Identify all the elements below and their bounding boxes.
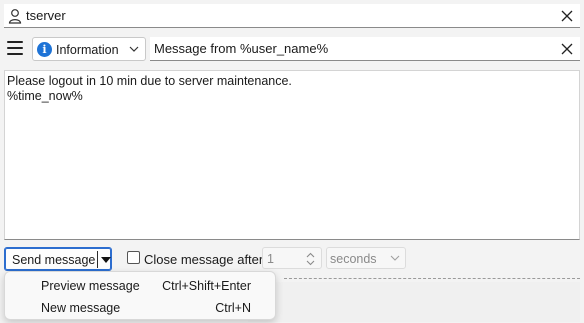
send-controls-row: Send message Close message after 1 secon…	[0, 247, 584, 271]
close-after-value: 1	[267, 252, 274, 266]
send-options-menu: Preview message Ctrl+Shift+Enter New mes…	[4, 271, 276, 320]
subject-field[interactable]: Message from %user_name%	[150, 37, 580, 61]
message-type-value: Information	[56, 43, 119, 57]
close-icon[interactable]	[560, 9, 574, 23]
message-body-line: %time_now%	[7, 89, 83, 103]
caret-down-icon[interactable]	[101, 257, 111, 263]
message-type-select[interactable]: i Information	[32, 37, 146, 61]
menu-item-label: Preview message	[41, 279, 140, 293]
hamburger-menu-icon[interactable]	[7, 41, 23, 55]
message-options-row: i Information Message from %user_name%	[0, 37, 584, 61]
close-after-number-input[interactable]: 1	[262, 247, 322, 269]
info-icon: i	[37, 42, 52, 57]
recipient-field[interactable]: tserver	[4, 4, 580, 28]
menu-item-preview-message[interactable]: Preview message Ctrl+Shift+Enter	[5, 275, 275, 297]
message-body-textarea[interactable]: Please logout in 10 min due to server ma…	[4, 70, 580, 240]
close-after-unit-value: seconds	[330, 252, 377, 266]
background-panel	[248, 282, 580, 322]
subject-value: Message from %user_name%	[154, 41, 329, 56]
spinner-arrows-icon[interactable]	[306, 251, 315, 267]
recipient-value: tserver	[26, 8, 66, 23]
menu-item-new-message[interactable]: New message Ctrl+N	[5, 297, 275, 319]
close-icon[interactable]	[560, 42, 574, 56]
user-icon	[8, 9, 22, 24]
menu-item-shortcut: Ctrl+Shift+Enter	[162, 279, 251, 293]
close-after-label: Close message after	[144, 252, 264, 267]
split-divider	[97, 251, 98, 268]
menu-item-shortcut: Ctrl+N	[215, 301, 251, 315]
recipient-row: tserver	[0, 4, 584, 28]
close-after-checkbox[interactable]	[127, 251, 140, 264]
chevron-down-icon	[390, 255, 400, 261]
close-after-unit-select[interactable]: seconds	[326, 247, 406, 269]
menu-item-label: New message	[41, 301, 121, 315]
chevron-down-icon	[129, 46, 139, 52]
send-message-button[interactable]: Send message	[4, 247, 112, 271]
dashed-divider	[284, 278, 580, 279]
message-body-line: Please logout in 10 min due to server ma…	[7, 74, 292, 88]
send-message-label: Send message	[12, 253, 96, 267]
